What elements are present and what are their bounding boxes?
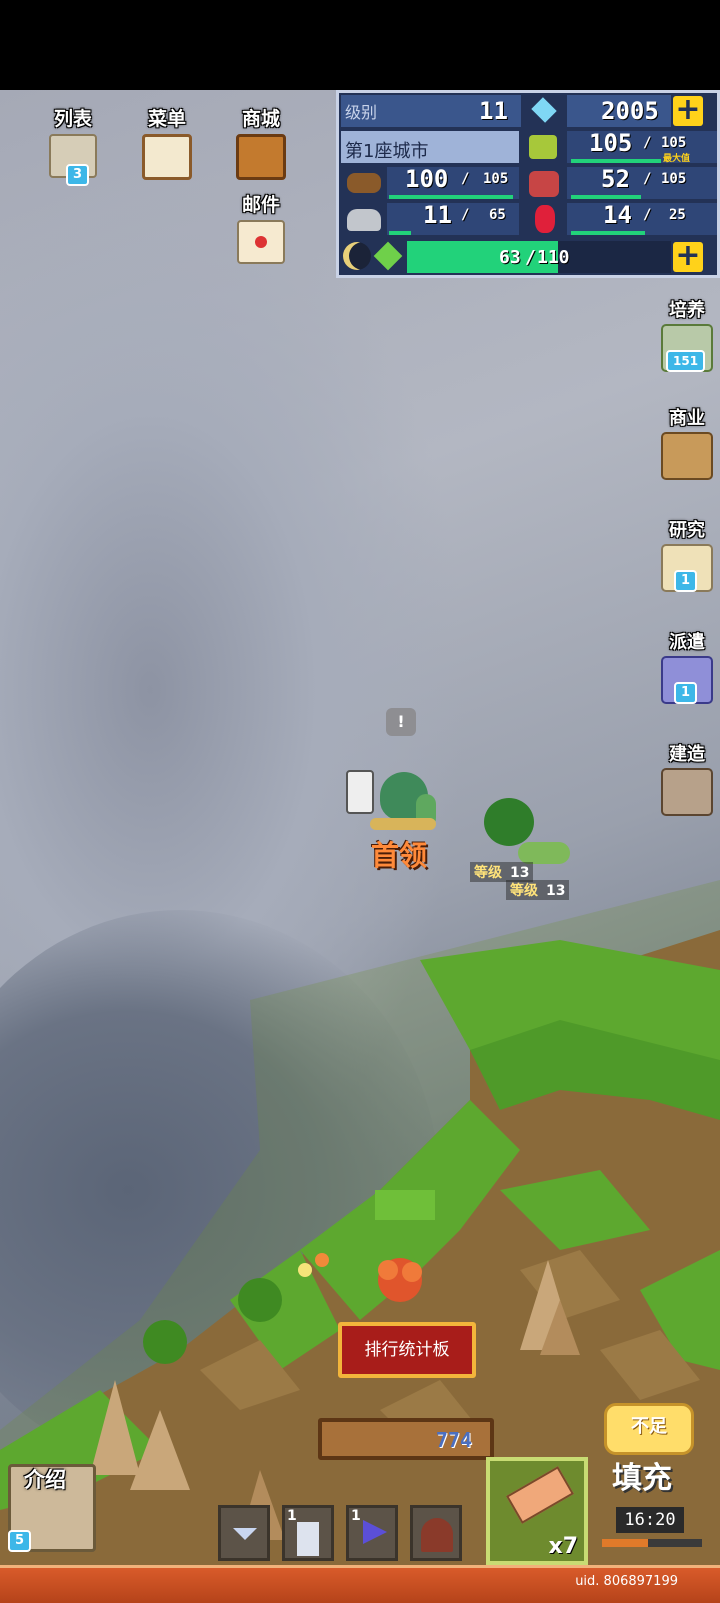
ruby-value: 14 (603, 201, 632, 229)
dispatch-button[interactable]: 派遣 1 (656, 628, 718, 704)
level-label: 级别 (345, 103, 378, 122)
list-badge: 3 (66, 164, 90, 186)
purple-flag-icon (363, 1520, 387, 1544)
pointer-hand-icon (346, 770, 374, 814)
energy-gem-icon (373, 241, 403, 271)
business-button[interactable]: 商业 (656, 404, 718, 480)
boss-monster[interactable] (370, 770, 442, 836)
intro-badge: 5 (8, 1530, 32, 1552)
wood-value: 100 (405, 165, 449, 193)
mail-button[interactable]: 邮件 (226, 190, 296, 264)
train-label: 培养 (669, 300, 705, 321)
bush-monster[interactable] (484, 798, 534, 846)
signpost-value: 774 (435, 1428, 472, 1452)
refill-button[interactable]: 不足 填充 16:20 (602, 1403, 720, 1563)
level-prefix: 等级 (474, 865, 502, 881)
build-button[interactable]: 建造 (656, 740, 718, 816)
add-energy-button[interactable]: + (673, 241, 703, 272)
dispatch-badge: 1 (674, 682, 698, 704)
shop-button[interactable]: 商城 (226, 104, 296, 180)
tower-icon (297, 1522, 319, 1556)
collapse-slot[interactable] (218, 1505, 270, 1561)
hammer-item-button[interactable]: x7 (486, 1457, 588, 1565)
meat-icon (529, 171, 559, 197)
chevron-down-icon (233, 1528, 257, 1540)
boss-label[interactable]: 首领 (371, 834, 427, 874)
shop-label: 商城 (241, 108, 280, 130)
uid-text: uid. 806897199 (575, 1574, 678, 1589)
research-badge: 1 (674, 570, 698, 592)
wooden-hammer-icon (506, 1466, 574, 1524)
wood-icon (347, 173, 381, 193)
house-icon (661, 432, 713, 480)
ranking-button[interactable]: 排行统计板 (338, 1322, 476, 1378)
energy-max: 110 (537, 247, 570, 268)
ruby-icon (535, 205, 555, 233)
food-value: 105 (589, 129, 633, 157)
food-max: 105 (661, 135, 687, 151)
business-label: 商业 (669, 408, 705, 429)
mail-label: 邮件 (241, 194, 280, 216)
refill-progress (602, 1539, 702, 1547)
wheat-icon (529, 135, 557, 159)
flag-count: 1 (351, 1508, 361, 1524)
train-button[interactable]: 培养 151 (656, 296, 718, 372)
cave-icon (421, 1518, 453, 1552)
monster-level-label-2: 等级 13 (506, 880, 570, 900)
research-label: 研究 (669, 520, 705, 541)
signpost[interactable]: 774 (318, 1418, 494, 1460)
train-badge: 151 (666, 350, 706, 372)
level-value: 11 (479, 97, 508, 125)
list-label: 列表 (53, 108, 92, 130)
hammer-icon (661, 768, 713, 816)
menu-label: 菜单 (147, 108, 186, 130)
list-button[interactable]: 列表 3 (38, 104, 108, 186)
bottom-bar: uid. 806897199 (0, 1565, 720, 1603)
monster-level-value: 13 (510, 865, 530, 881)
refill-label: 填充 (612, 1461, 672, 1496)
meat-value: 52 (601, 165, 630, 193)
refill-top-text: 不足 (631, 1416, 667, 1437)
add-gems-button[interactable]: + (673, 95, 703, 126)
city-name[interactable]: 第1座城市 (345, 137, 428, 163)
monster-level-value: 13 (546, 883, 566, 899)
intro-button[interactable]: 介绍 5 (4, 1458, 96, 1558)
caterpillar-monster[interactable] (518, 842, 570, 864)
diamond-icon (531, 97, 557, 123)
status-bar-area (0, 0, 720, 90)
signboard-icon (142, 134, 192, 180)
build-label: 建造 (669, 744, 705, 765)
ruby-max: 25 (669, 207, 686, 223)
energy-value: 63 (499, 247, 521, 268)
intro-label: 介绍 (24, 1468, 66, 1492)
flag-slot[interactable]: 1 (346, 1505, 398, 1561)
gems-value: 2005 (601, 97, 659, 125)
boss-alert-icon[interactable]: ! (386, 708, 416, 736)
stone-max: 65 (489, 207, 506, 223)
hammer-count: x7 (548, 1534, 579, 1559)
tower-count: 1 (287, 1508, 297, 1524)
cave-slot[interactable] (410, 1505, 462, 1561)
envelope-icon (237, 220, 285, 264)
meat-max: 105 (661, 171, 687, 187)
research-button[interactable]: 研究 1 (656, 516, 718, 592)
level-prefix: 等级 (510, 883, 538, 899)
refill-burst-icon: 不足 (604, 1403, 694, 1455)
refill-timer: 16:20 (616, 1507, 684, 1533)
food-max-note: 最大值 (663, 154, 691, 164)
wood-max: 105 (483, 171, 509, 187)
tower-slot[interactable]: 1 (282, 1505, 334, 1561)
moon-icon (343, 242, 371, 270)
stats-panel: 级别 11 2005 + 第1座城市 105 / 105 最大值 100 / 1… (336, 90, 720, 278)
monster-level-label-1: 等级 13 (470, 862, 534, 882)
dispatch-label: 派遣 (669, 632, 705, 653)
menu-button[interactable]: 菜单 (132, 104, 202, 180)
stone-value: 11 (423, 201, 452, 229)
treasure-chest-icon (236, 134, 286, 180)
stone-icon (347, 209, 381, 231)
